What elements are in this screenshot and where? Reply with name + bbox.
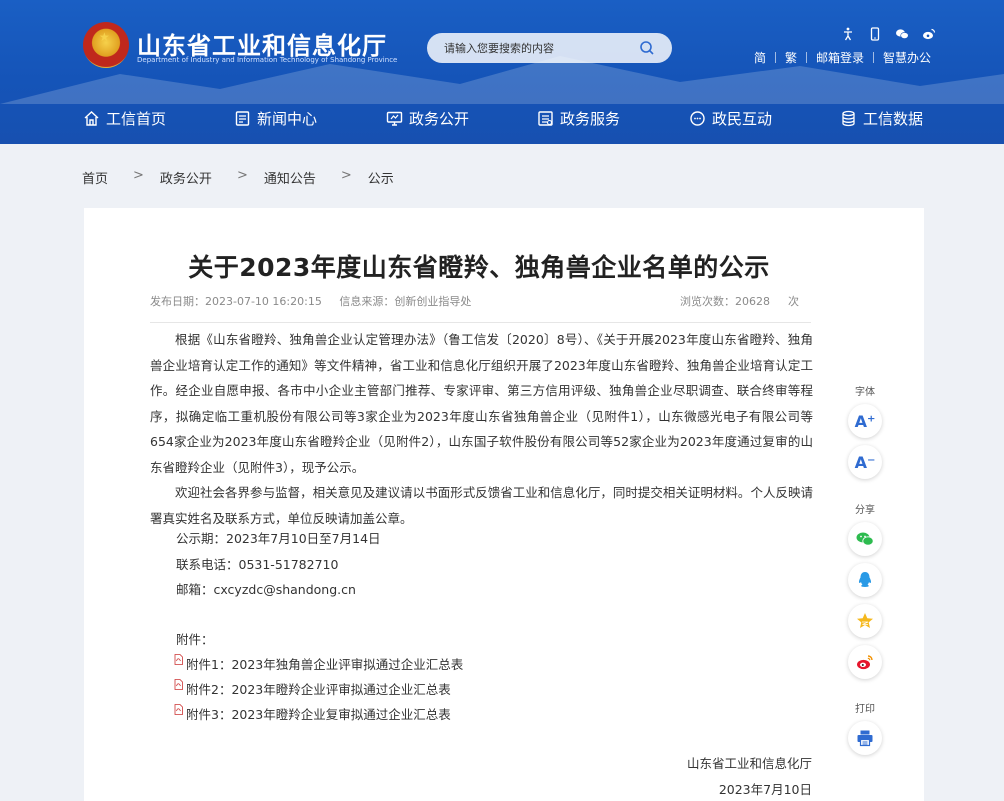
publicity-period: 公示期：2023年7月10日至7月14日 [176,531,381,546]
accessibility-icon[interactable] [841,26,855,41]
font-size-label: 字体 [855,387,875,398]
breadcrumb-publicity[interactable]: 公示 [368,168,394,187]
breadcrumb-government-affairs[interactable]: 政务公开 [160,168,212,187]
site-subtitle: Department of Industry and Information T… [137,56,398,64]
breadcrumb-separator: > [133,168,144,183]
view-count: 浏览次数：20628 次 [680,293,799,309]
mailbox-login-link[interactable]: 邮箱登录 [816,49,864,66]
wechat-icon[interactable] [895,26,909,40]
view-count-value: 20628 [735,295,770,308]
attachment-link-1[interactable]: 附件1：2023年独角兽企业评审拟通过企业汇总表 [174,654,463,673]
divider [873,52,875,63]
signature-organization: 山东省工业和信息化厅 [686,756,812,771]
simplified-chinese-link[interactable]: 简 [754,49,766,66]
pdf-icon [174,679,183,690]
interaction-icon [690,111,705,126]
attachment-link-2[interactable]: 附件2：2023年瞪羚企业评审拟通过企业汇总表 [174,679,451,698]
info-source: 信息来源：创新创业指导处 [339,295,472,308]
breadcrumb-home[interactable]: 首页 [82,168,108,187]
wechat-share-icon [856,532,874,546]
share-label: 分享 [855,505,875,516]
share-qq-button[interactable] [848,563,882,597]
divider [775,52,777,63]
monitor-icon [386,111,403,126]
nav-item-label: 工信数据 [863,110,924,128]
contact-phone: 联系电话：0531-51782710 [176,557,339,572]
divider [806,52,808,63]
attachment-link-3[interactable]: 附件3：2023年瞪羚企业复审拟通过企业汇总表 [174,704,451,723]
font-increase-icon: A⁺ [854,411,876,431]
printer-icon [857,730,873,747]
attachment-label: 附件1：2023年独角兽企业评审拟通过企业汇总表 [186,657,464,672]
nav-item-data[interactable]: 工信数据 [840,108,923,129]
service-icon [538,111,553,126]
share-qzone-button[interactable] [848,604,882,638]
national-emblem-logo[interactable]: ★ [83,22,129,68]
site-header: ★ 山东省工业和信息化厅 Department of Industry and … [0,0,1004,144]
font-increase-button[interactable]: A⁺ [848,404,882,438]
view-count-unit: 次 [788,295,799,308]
nav-item-services[interactable]: 政务服务 [537,108,620,129]
qzone-share-icon [857,613,873,628]
database-icon [842,110,855,127]
breadcrumb-notices[interactable]: 通知公告 [264,168,316,187]
breadcrumb-separator: > [340,168,352,183]
qq-share-icon [858,572,872,587]
pdf-icon [174,704,183,715]
nav-item-label: 政务服务 [560,110,621,128]
article-paragraph: 欢迎社会各界参与监督，相关意见及建议请以书面形式反馈省工业和信息化厅，同时提交相… [150,485,813,526]
share-weibo-button[interactable] [848,645,882,679]
main-nav: 工信首页 新闻中心 政务公开 政务服务 政民互动 工信数据 [0,100,1004,140]
signature-date: 2023年7月10日 [718,782,812,797]
print-label: 打印 [855,704,875,715]
contact-email: 邮箱：cxcyzdc@shandong.cn [176,582,356,597]
publish-date: 发布日期：2023-07-10 16:20:15 [150,295,322,308]
title-divider [150,322,811,323]
nav-item-label: 工信首页 [106,110,167,128]
weibo-icon[interactable] [922,26,936,40]
home-icon [84,111,99,126]
article-body: 根据《山东省瞪羚、独角兽企业认定管理办法》（鲁工信发〔2020〕8号）、《关于开… [150,327,813,531]
share-wechat-button[interactable] [848,522,882,556]
weibo-share-icon [857,655,873,670]
search-box [427,33,672,63]
mobile-icon[interactable] [868,26,882,41]
top-icon-bar [841,26,936,41]
font-decrease-button[interactable]: A⁻ [848,445,882,479]
top-links: 简 繁 邮箱登录 智慧办公 [754,49,931,66]
search-icon[interactable] [639,40,655,56]
nav-item-label: 政民互动 [712,110,773,128]
nav-item-label: 新闻中心 [257,110,318,128]
attachments-label: 附件： [176,632,214,647]
attachment-label: 附件2：2023年瞪羚企业评审拟通过企业汇总表 [186,682,451,697]
breadcrumb: 首页 > 政务公开 > 通知公告 > 公示 [82,168,394,187]
article-title: 关于2023年度山东省瞪羚、独角兽企业名单的公示 [188,253,770,282]
print-button[interactable] [848,721,882,755]
nav-item-news[interactable]: 新闻中心 [234,108,317,129]
article-paragraph: 根据《山东省瞪羚、独角兽企业认定管理办法》（鲁工信发〔2020〕8号）、《关于开… [150,332,813,475]
nav-item-interaction[interactable]: 政民互动 [689,108,772,129]
article-panel: 关于2023年度山东省瞪羚、独角兽企业名单的公示 发布日期：2023-07-10… [84,208,924,801]
nav-item-government-affairs[interactable]: 政务公开 [386,108,469,129]
article-meta: 发布日期：2023-07-10 16:20:15 信息来源：创新创业指导处 [150,293,485,309]
view-count-label: 浏览次数： [680,295,735,308]
font-decrease-icon: A⁻ [854,452,876,472]
news-icon [235,111,250,126]
nav-item-home[interactable]: 工信首页 [83,108,166,129]
breadcrumb-separator: > [236,168,248,183]
search-input[interactable] [444,41,634,55]
pdf-icon [174,654,183,665]
nav-item-label: 政务公开 [409,110,470,128]
attachment-label: 附件3：2023年瞪羚企业复审拟通过企业汇总表 [186,707,451,722]
traditional-chinese-link[interactable]: 繁 [785,49,797,66]
smart-office-link[interactable]: 智慧办公 [883,49,931,66]
